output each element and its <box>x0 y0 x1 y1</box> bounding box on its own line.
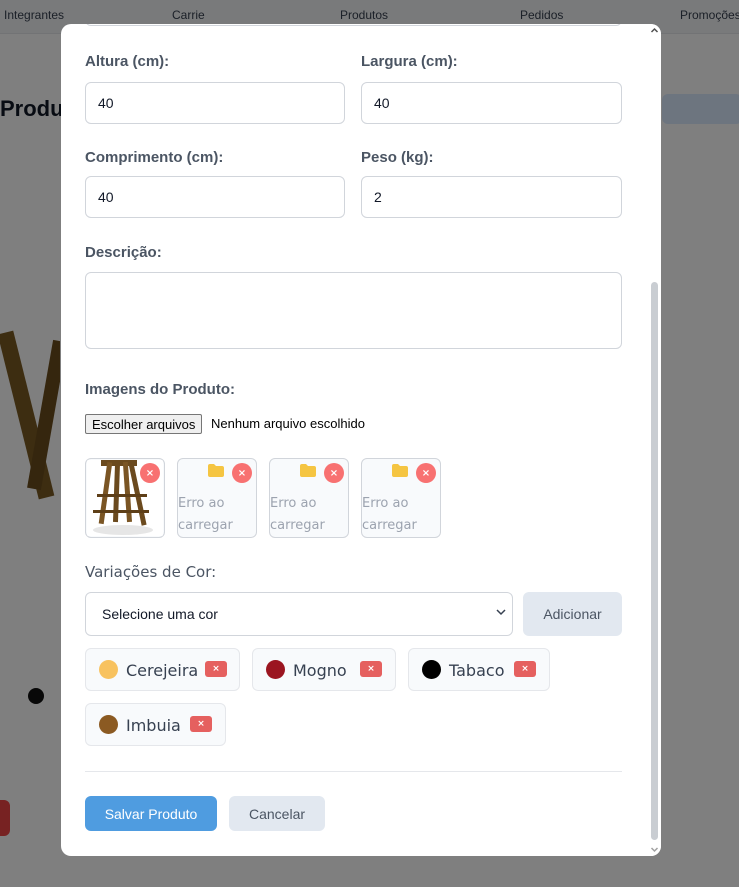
image-error-text: Erro ao carregar <box>270 496 325 533</box>
color-chip: Tabaco × <box>408 648 550 691</box>
color-chip: Imbuia × <box>85 703 226 746</box>
remove-color-button[interactable]: × <box>205 661 227 677</box>
color-select[interactable]: Selecione uma cor <box>85 592 513 636</box>
color-select-value: Selecione uma cor <box>102 606 218 622</box>
image-error-text: Erro ao carregar <box>362 496 417 533</box>
width-input[interactable]: 40 <box>361 82 622 124</box>
image-thumbnail: × <box>85 458 165 538</box>
height-label: Altura (cm): <box>85 53 170 70</box>
color-chip-label: Cerejeira <box>126 661 199 680</box>
description-label: Descrição: <box>85 244 162 261</box>
color-swatch <box>422 660 441 679</box>
description-textarea[interactable] <box>85 272 622 349</box>
modal-scrollbar[interactable] <box>648 24 661 856</box>
length-input[interactable]: 40 <box>85 176 345 218</box>
add-color-button[interactable]: Adicionar <box>523 592 622 636</box>
choose-files-button[interactable]: Escolher arquivos <box>85 414 203 434</box>
remove-image-button[interactable]: × <box>232 463 252 483</box>
color-swatch <box>99 715 118 734</box>
color-chip: Mogno × <box>252 648 396 691</box>
remove-color-button[interactable]: × <box>514 661 536 677</box>
color-chip: Cerejeira × <box>85 648 240 691</box>
file-status-text: Nenhum arquivo escolhido <box>211 416 365 431</box>
remove-color-button[interactable]: × <box>360 661 382 677</box>
remove-image-button[interactable]: × <box>140 463 160 483</box>
cancel-button[interactable]: Cancelar <box>229 796 325 831</box>
scrollbar-thumb[interactable] <box>651 282 658 840</box>
image-thumbnail-error: Erro ao carregar × <box>269 458 349 538</box>
folder-icon <box>208 464 224 481</box>
color-chip-label: Imbuia <box>126 716 181 735</box>
color-swatch <box>99 660 118 679</box>
weight-input[interactable]: 2 <box>361 176 622 218</box>
image-thumbnail-error: Erro ao carregar × <box>177 458 257 538</box>
width-label: Largura (cm): <box>361 53 458 70</box>
weight-label: Peso (kg): <box>361 149 434 166</box>
partial-field-above <box>85 24 622 26</box>
chevron-down-icon <box>496 609 506 616</box>
height-input[interactable]: 40 <box>85 82 345 124</box>
color-swatch <box>266 660 285 679</box>
remove-image-button[interactable]: × <box>324 463 344 483</box>
images-label: Imagens do Produto: <box>85 381 235 398</box>
folder-icon <box>300 464 316 481</box>
image-thumbnail-error: Erro ao carregar × <box>361 458 441 538</box>
colors-label: Variações de Cor: <box>85 563 217 581</box>
color-chip-label: Mogno <box>293 661 347 680</box>
remove-color-button[interactable]: × <box>190 716 212 732</box>
length-label: Comprimento (cm): <box>85 149 224 166</box>
scroll-down-icon[interactable] <box>650 845 659 854</box>
scroll-up-icon[interactable] <box>650 26 659 35</box>
product-modal: Altura (cm): 40 Largura (cm): 40 Comprim… <box>61 24 661 856</box>
image-error-text: Erro ao carregar <box>178 496 233 533</box>
form-divider <box>85 771 622 772</box>
folder-icon <box>392 464 408 481</box>
color-chip-label: Tabaco <box>449 661 505 680</box>
save-product-button[interactable]: Salvar Produto <box>85 796 217 831</box>
remove-image-button[interactable]: × <box>416 463 436 483</box>
